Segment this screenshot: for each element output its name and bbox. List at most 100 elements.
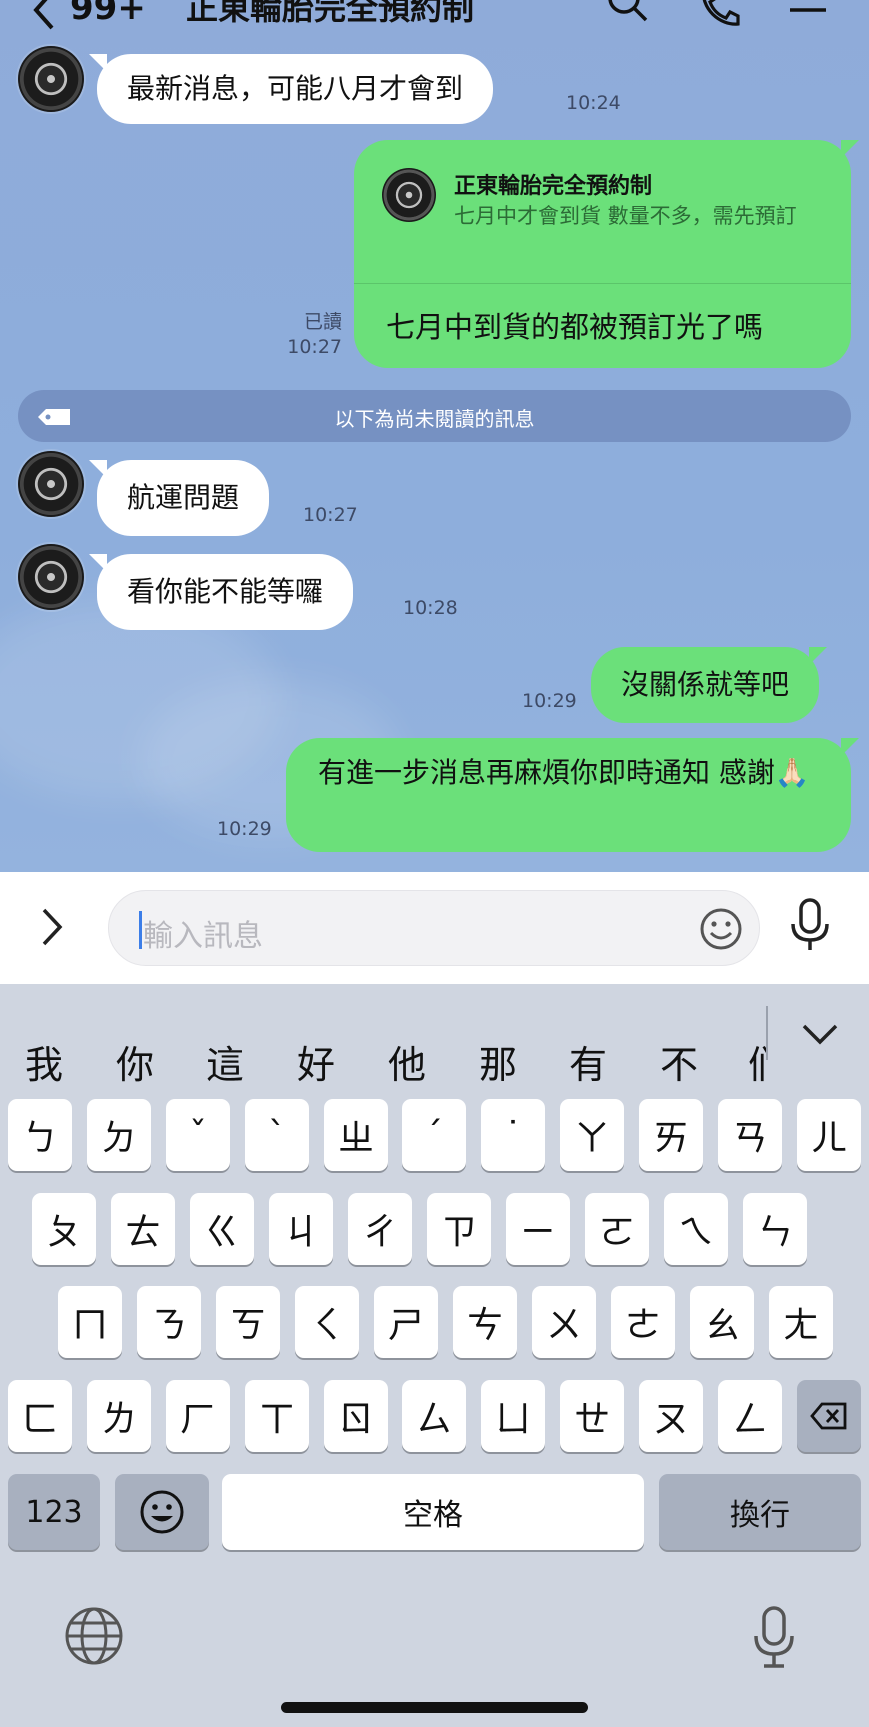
return-key[interactable]: 換行 xyxy=(659,1474,861,1550)
key[interactable]: ㄧ xyxy=(506,1193,570,1265)
numbers-key[interactable]: 123 xyxy=(8,1474,100,1550)
message-time: 10:29 xyxy=(217,818,272,840)
key[interactable]: ㄙ xyxy=(402,1380,466,1452)
key[interactable]: ㄎ xyxy=(216,1286,280,1358)
message-time: 10:27 xyxy=(303,504,358,526)
key[interactable]: ㄆ xyxy=(32,1193,96,1265)
contact-avatar[interactable] xyxy=(18,544,84,610)
globe-icon xyxy=(65,1607,123,1665)
key[interactable]: ㄕ xyxy=(374,1286,438,1358)
backspace-icon xyxy=(810,1402,847,1430)
key[interactable]: ㄟ xyxy=(664,1193,728,1265)
key[interactable]: ㄅ xyxy=(8,1099,72,1171)
key[interactable]: ㄤ xyxy=(769,1286,833,1358)
call-button[interactable] xyxy=(696,0,740,30)
menu-button[interactable] xyxy=(788,0,828,30)
message-bubble-outgoing[interactable]: 有進一步消息再麻煩你即時通知 感謝🙏🏻 xyxy=(286,738,859,852)
key[interactable]: ㄦ xyxy=(797,1099,861,1171)
key[interactable]: ㄏ xyxy=(166,1380,230,1452)
message-time: 10:27 xyxy=(287,336,342,358)
key[interactable]: ㄡ xyxy=(639,1380,703,1452)
dictation-button[interactable] xyxy=(752,1604,796,1674)
key[interactable]: ㄥ xyxy=(718,1380,782,1452)
key[interactable]: ㄚ xyxy=(560,1099,624,1171)
message-bubble-incoming[interactable]: 看你能不能等囉 xyxy=(88,554,354,630)
contact-avatar[interactable] xyxy=(18,46,84,112)
message-input-bar: 輸入訊息 xyxy=(0,872,869,984)
key[interactable]: ㄩ xyxy=(481,1380,545,1452)
expand-button[interactable] xyxy=(36,902,66,956)
message-time: 10:29 xyxy=(522,690,577,712)
key[interactable]: ㄢ xyxy=(718,1099,782,1171)
key[interactable]: ㄖ xyxy=(324,1380,388,1452)
key[interactable]: ㄑ xyxy=(295,1286,359,1358)
message-text: 航運問題 xyxy=(127,481,240,514)
key[interactable]: ㄉ xyxy=(87,1099,151,1171)
key[interactable]: ㄝ xyxy=(560,1380,624,1452)
key[interactable]: ˋ xyxy=(245,1099,309,1171)
voice-message-button[interactable] xyxy=(788,896,832,960)
key[interactable]: ㄛ xyxy=(585,1193,649,1265)
key[interactable]: ㄣ xyxy=(743,1193,807,1265)
key[interactable]: ㄨ xyxy=(532,1286,596,1358)
key[interactable]: ㄓ xyxy=(324,1099,388,1171)
space-key[interactable]: 空格 xyxy=(222,1474,644,1550)
message-time: 10:28 xyxy=(403,597,458,619)
candidate-word[interactable]: 你 xyxy=(116,1034,154,1089)
key[interactable]: ㄌ xyxy=(87,1380,151,1452)
contact-avatar[interactable] xyxy=(18,451,84,517)
key[interactable]: ㄜ xyxy=(611,1286,675,1358)
microphone-icon xyxy=(791,898,829,950)
unread-divider: 以下為尚未閱讀的訊息 xyxy=(18,390,851,442)
key[interactable]: ㄇ xyxy=(58,1286,122,1358)
key[interactable]: ˇ xyxy=(166,1099,230,1171)
key[interactable]: ˊ xyxy=(402,1099,466,1171)
key[interactable]: ㄈ xyxy=(8,1380,72,1452)
expand-candidates-button[interactable] xyxy=(800,1022,840,1050)
message-bubble-incoming[interactable]: 最新消息，可能八月才會到 xyxy=(88,54,494,124)
key[interactable]: ㄍ xyxy=(190,1193,254,1265)
message-input[interactable]: 輸入訊息 xyxy=(108,890,760,966)
key[interactable]: ㄞ xyxy=(639,1099,703,1171)
candidate-word[interactable]: 我 xyxy=(25,1034,63,1089)
message-bubble-outgoing[interactable]: 沒關係就等吧 xyxy=(591,647,828,723)
key[interactable]: ㄐ xyxy=(269,1193,333,1265)
smiley-icon xyxy=(700,908,742,950)
home-indicator[interactable] xyxy=(281,1702,588,1713)
emoji-key[interactable] xyxy=(115,1474,209,1550)
key[interactable]: ㄔ xyxy=(348,1193,412,1265)
backspace-key[interactable] xyxy=(797,1380,861,1452)
language-switch-button[interactable] xyxy=(64,1606,124,1670)
message-text: 有進一步消息再麻煩你即時通知 感謝🙏🏻 xyxy=(318,756,810,789)
search-button[interactable] xyxy=(606,0,650,30)
key[interactable]: ㄊ xyxy=(111,1193,175,1265)
microphone-icon xyxy=(754,1606,794,1668)
chat-title[interactable]: 正東輪胎完全預約制 xyxy=(186,0,474,30)
candidate-word[interactable]: 们 xyxy=(748,1034,766,1089)
search-icon xyxy=(608,0,648,22)
message-bubble-incoming[interactable]: 航運問題 xyxy=(88,460,270,536)
key[interactable]: ˙ xyxy=(481,1099,545,1171)
key[interactable]: ㄠ xyxy=(690,1286,754,1358)
candidate-word[interactable]: 那 xyxy=(479,1034,517,1089)
candidate-word[interactable]: 不 xyxy=(660,1034,698,1089)
key[interactable]: ㄘ xyxy=(453,1286,517,1358)
read-label: 已讀 xyxy=(303,311,342,333)
chat-area: 99+ 正東輪胎完全預約制 最新消息，可能八月才會到 10:24 正東輪胎完全預… xyxy=(0,0,869,872)
quoted-text: 七月中才會到貨 數量不多，需先預訂 xyxy=(454,204,797,228)
key[interactable]: ㄗ xyxy=(427,1193,491,1265)
chevron-left-icon xyxy=(33,0,54,30)
back-button[interactable] xyxy=(30,0,56,38)
emoji-button[interactable] xyxy=(699,907,743,955)
key[interactable]: ㄋ xyxy=(137,1286,201,1358)
unread-count[interactable]: 99+ xyxy=(70,0,146,30)
text-caret xyxy=(139,911,142,949)
key[interactable]: ㄒ xyxy=(245,1380,309,1452)
reply-message-bubble[interactable]: 正東輪胎完全預約制 七月中才會到貨 數量不多，需先預訂 七月中到貨的都被預訂光了… xyxy=(354,140,859,368)
smiley-icon xyxy=(140,1490,184,1534)
candidate-word[interactable]: 他 xyxy=(388,1034,426,1089)
candidate-word[interactable]: 這 xyxy=(206,1034,244,1089)
candidate-word[interactable]: 有 xyxy=(569,1034,607,1089)
candidate-word[interactable]: 好 xyxy=(297,1034,335,1089)
message-time: 10:24 xyxy=(566,92,621,114)
